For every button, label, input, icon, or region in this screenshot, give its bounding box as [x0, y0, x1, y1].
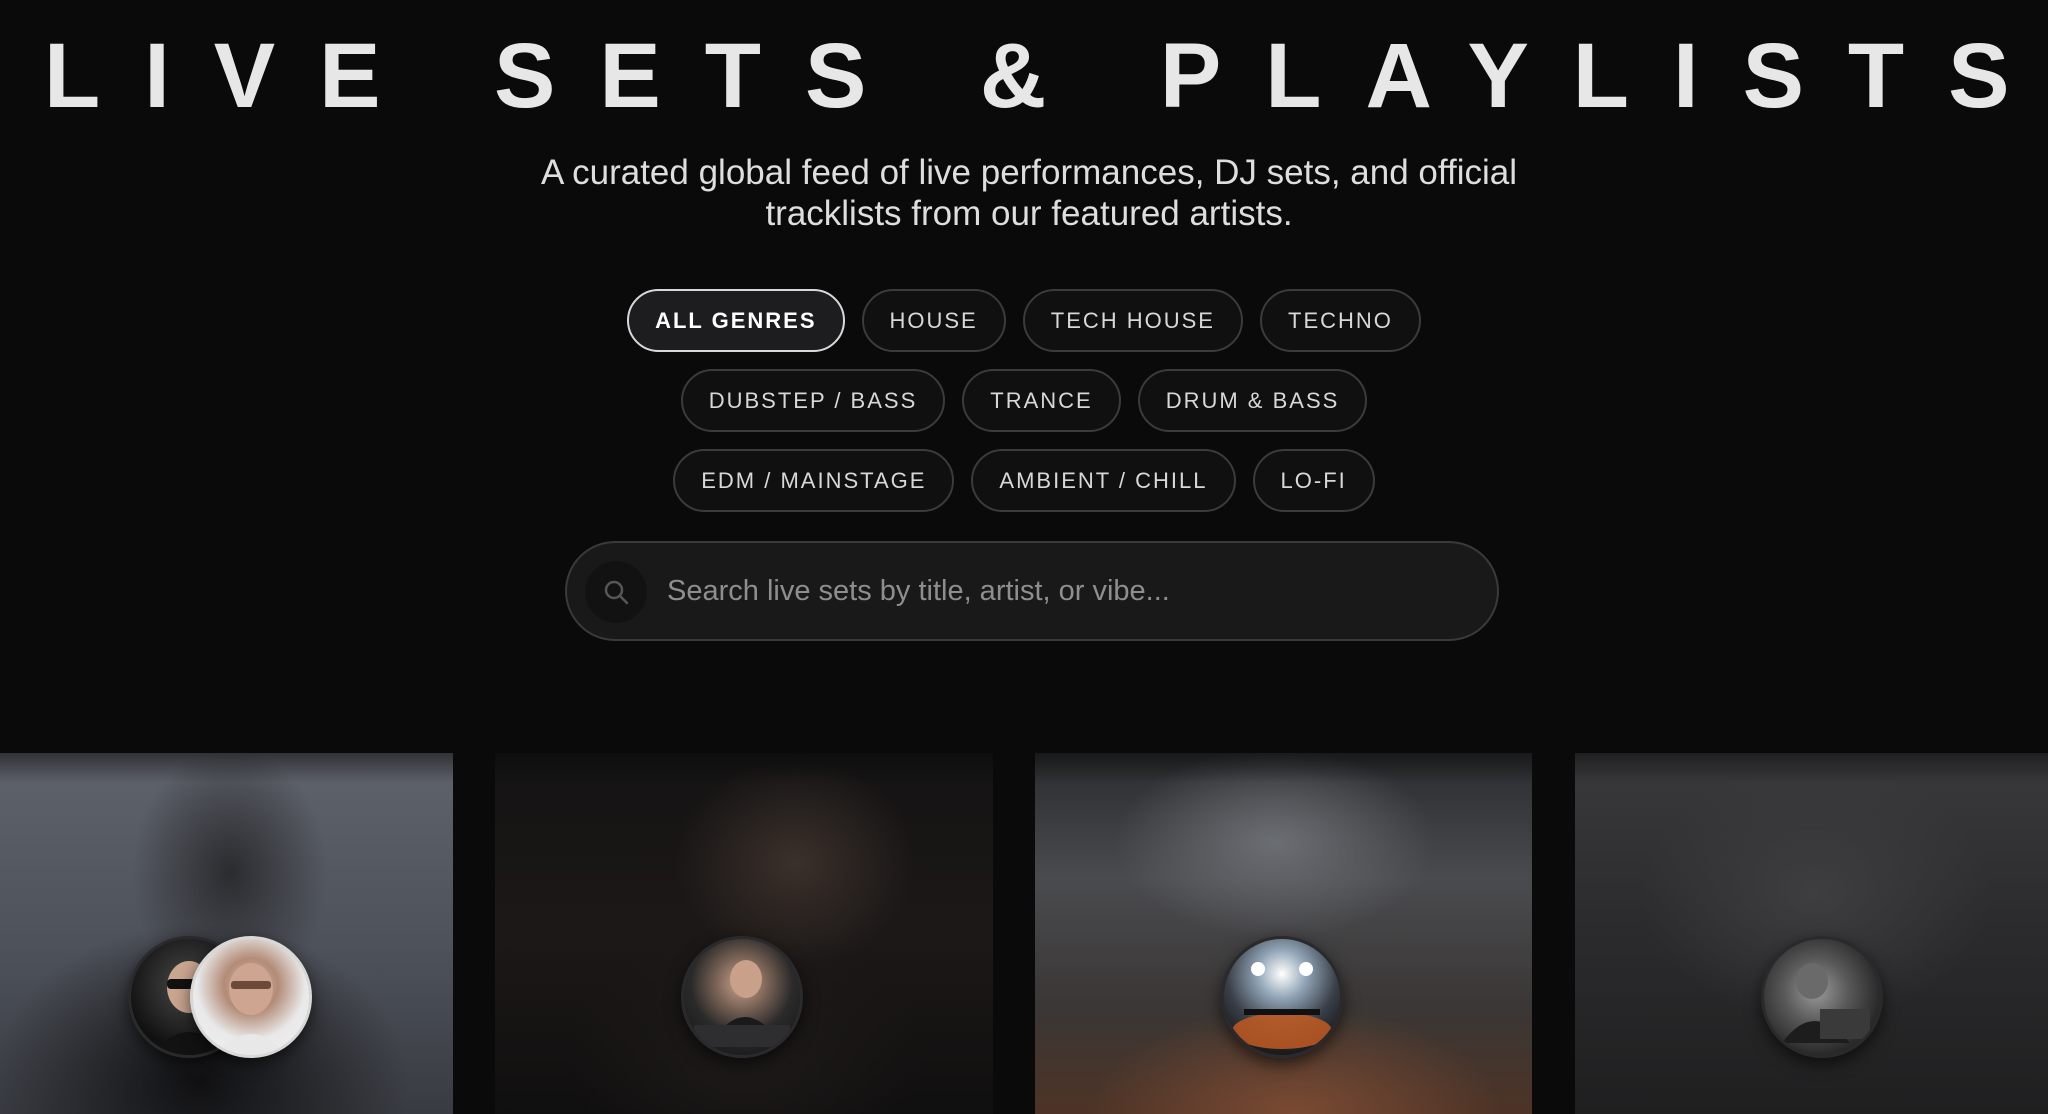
card-cover-image	[0, 753, 453, 1114]
live-set-card[interactable]	[1575, 753, 2048, 1114]
genre-filters: ALL GENRES HOUSE TECH HOUSE TECHNO DUBST…	[0, 289, 2048, 529]
card-cover-image	[495, 753, 993, 1114]
genre-chip-drum-and-bass[interactable]: DRUM & BASS	[1137, 369, 1368, 432]
artist-avatar[interactable]	[1761, 936, 1883, 1058]
genre-chip-dubstep-bass[interactable]: DUBSTEP / BASS	[680, 369, 946, 432]
live-set-card[interactable]	[0, 753, 453, 1114]
live-sets-page: LIVE SETS & PLAYLISTS A curated global f…	[0, 0, 2048, 1114]
genre-row-1: ALL GENRES HOUSE TECH HOUSE TECHNO	[0, 289, 2048, 352]
genre-chip-trance[interactable]: TRANCE	[962, 369, 1121, 432]
concert-stage-avatar[interactable]	[1221, 936, 1343, 1058]
artist-avatar[interactable]	[190, 936, 312, 1058]
artist-avatar[interactable]	[681, 936, 803, 1058]
genre-chip-lo-fi[interactable]: LO-FI	[1252, 449, 1375, 512]
genre-chip-edm-mainstage[interactable]: EDM / MAINSTAGE	[673, 449, 955, 512]
genre-row-3: EDM / MAINSTAGE AMBIENT / CHILL LO-FI	[0, 449, 2048, 512]
live-set-card[interactable]	[495, 753, 993, 1114]
card-cover-image	[1575, 753, 2048, 1114]
genre-chip-all-genres[interactable]: ALL GENRES	[627, 289, 845, 352]
genre-chip-house[interactable]: HOUSE	[861, 289, 1006, 352]
genre-chip-techno[interactable]: TECHNO	[1260, 289, 1421, 352]
genre-chip-ambient-chill[interactable]: AMBIENT / CHILL	[971, 449, 1236, 512]
genre-chip-tech-house[interactable]: TECH HOUSE	[1022, 289, 1243, 352]
search-icon	[585, 561, 647, 623]
live-set-card[interactable]	[1035, 753, 1532, 1114]
search-input[interactable]	[667, 543, 1467, 639]
page-title: LIVE SETS & PLAYLISTS	[44, 25, 2048, 127]
card-cover-image	[1035, 753, 1532, 1114]
live-set-cards	[0, 753, 2048, 1114]
genre-row-2: DUBSTEP / BASS TRANCE DRUM & BASS	[0, 369, 2048, 432]
page-subtitle: A curated global feed of live performanc…	[540, 153, 1517, 233]
search-bar[interactable]	[565, 541, 1499, 641]
